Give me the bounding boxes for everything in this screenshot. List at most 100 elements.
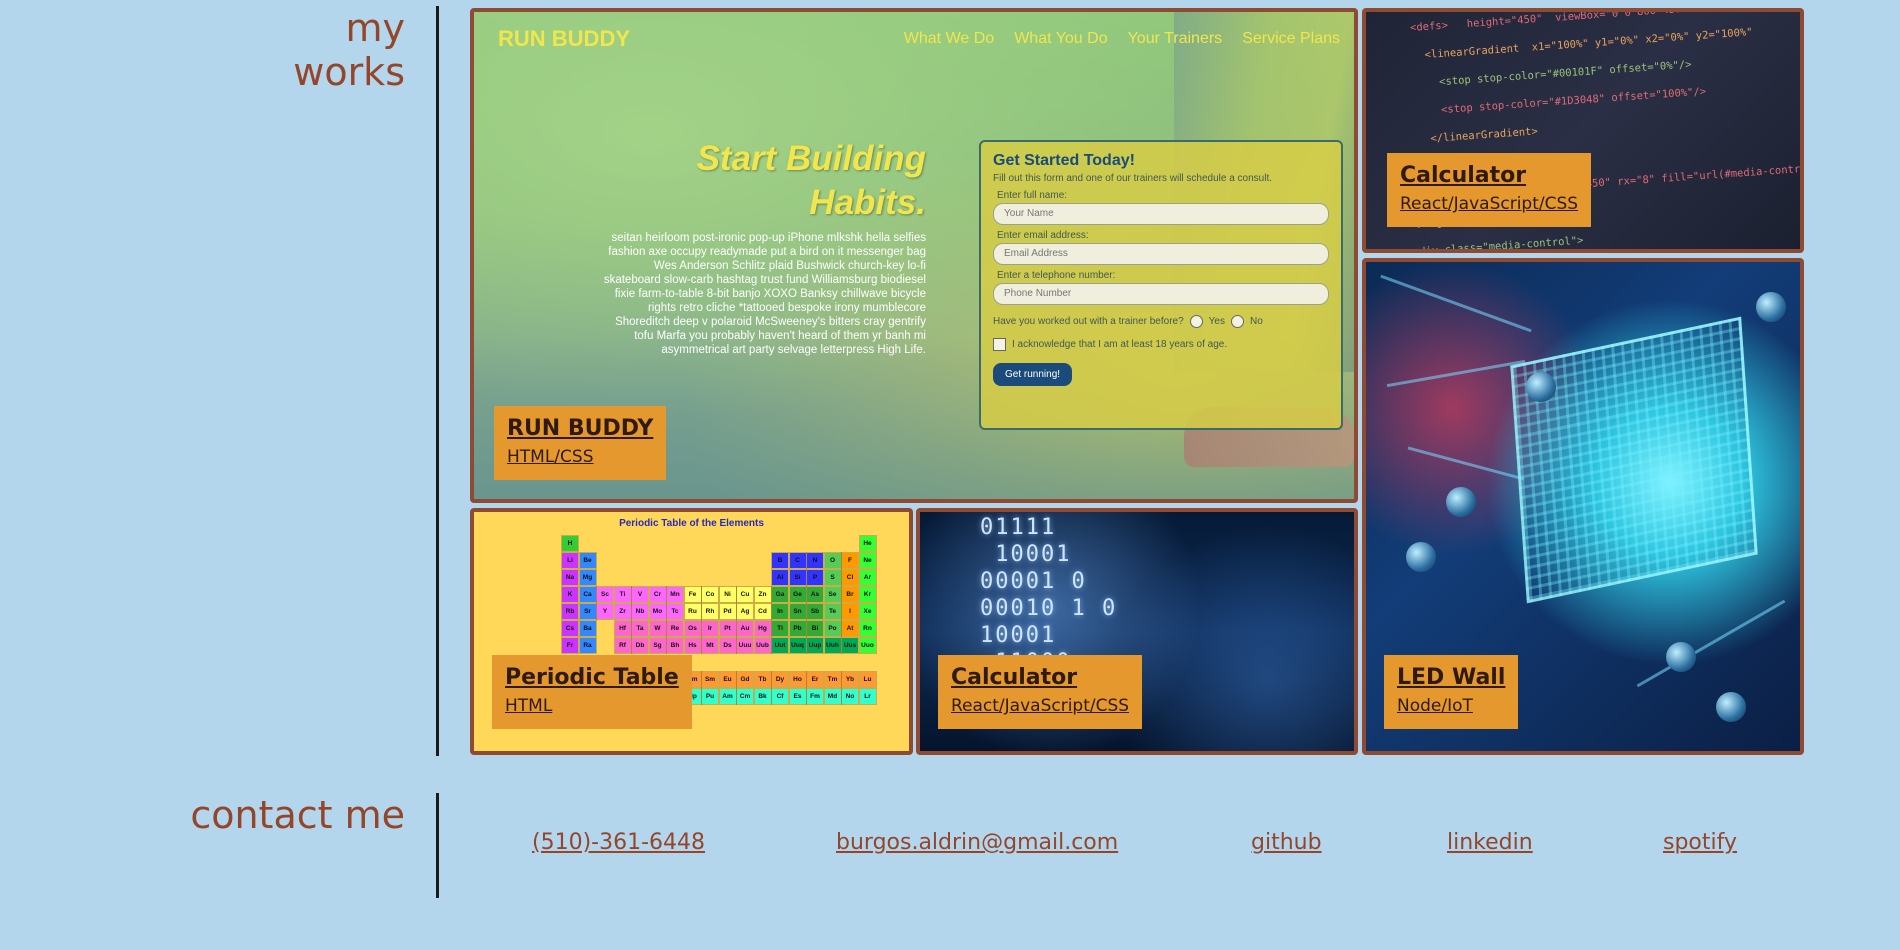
element-cell: Se <box>823 586 842 603</box>
element-cell: Cu <box>736 586 754 603</box>
runbuddy-nav: What We Do What You Do Your Trainers Ser… <box>904 30 1340 48</box>
element-cell: Os <box>683 620 702 637</box>
runbuddy-nav-item: Your Trainers <box>1127 30 1223 47</box>
element-cell: Ca <box>578 586 597 603</box>
element-cell: Ba <box>578 620 597 637</box>
element-cell: V <box>631 586 649 603</box>
element-cell: Pt <box>718 620 737 637</box>
element-cell: Tl <box>771 620 789 637</box>
element-cell: Hs <box>683 637 702 654</box>
works-title-line1: my <box>345 6 405 50</box>
project-tech-link[interactable]: React/JavaScript/CSS <box>1400 191 1578 217</box>
project-caption[interactable]: RUN BUDDY HTML/CSS <box>494 406 667 480</box>
project-tile-runbuddy[interactable]: RUN BUDDY What We Do What You Do Your Tr… <box>470 8 1358 503</box>
runbuddy-hero-title: Start Building Habits. <box>696 139 926 222</box>
element-cell: Br <box>841 586 859 603</box>
runbuddy-form-intro: Fill out this form and one of our traine… <box>993 173 1273 184</box>
element-cell: Uuo <box>858 637 877 654</box>
project-tile-periodic-table[interactable]: Periodic Table of the Elements H He Li Be B C… <box>470 508 913 755</box>
element-cell: Te <box>823 603 842 620</box>
element-cell: Lu <box>858 671 877 688</box>
element-cell: Hg <box>753 620 772 637</box>
element-cell: Na <box>561 569 579 586</box>
element-cell: Cd <box>753 603 772 620</box>
element-cell: At <box>841 620 859 637</box>
element-cell: Uuu <box>736 637 754 654</box>
project-caption[interactable]: Calculator React/JavaScript/CSS <box>938 655 1143 729</box>
yes-radio <box>1189 315 1203 328</box>
element-cell: Be <box>578 552 597 569</box>
project-title-link[interactable]: RUN BUDDY <box>507 414 653 444</box>
element-cell: Dy <box>771 671 789 688</box>
runbuddy-nav-item: Service Plans <box>1242 30 1340 47</box>
element-cell: Sc <box>596 586 614 603</box>
element-cell: Am <box>718 688 737 705</box>
element-cell: Lr <box>858 688 877 705</box>
linkedin-link[interactable]: linkedin <box>1447 830 1533 855</box>
name-field: Your Name <box>993 203 1329 225</box>
project-tech-link[interactable]: React/JavaScript/CSS <box>951 693 1129 719</box>
element-cell: Ge <box>788 586 807 603</box>
project-title-link[interactable]: Calculator <box>951 663 1129 693</box>
element-cell: O <box>823 552 842 569</box>
element-cell: Ni <box>718 586 737 603</box>
element-cell: Uuh <box>823 637 842 654</box>
runbuddy-nav-item: What You Do <box>1014 30 1108 47</box>
project-title-link[interactable]: Calculator <box>1400 161 1578 191</box>
element-cell: Fe <box>683 586 702 603</box>
element-cell: I <box>841 603 859 620</box>
element-cell: Ta <box>631 620 649 637</box>
project-tile-calculator-binary[interactable]: 01111 10001 00001 0 00010 1 0 10001 1100… <box>916 508 1358 755</box>
project-tile-led-wall[interactable]: LED Wall Node/IoT <box>1362 258 1804 755</box>
element-cell: Tc <box>666 603 684 620</box>
element-cell: In <box>771 603 789 620</box>
element-cell: Hf <box>613 620 632 637</box>
element-cell: Re <box>666 620 684 637</box>
project-tech-link[interactable]: HTML/CSS <box>507 444 653 470</box>
trainer-question: Have you worked out with a trainer befor… <box>993 315 1263 328</box>
element-cell: K <box>561 586 579 603</box>
element-cell: Es <box>788 688 807 705</box>
periodic-table-heading: Periodic Table of the Elements <box>619 518 764 529</box>
contact-title: contact me <box>190 793 405 837</box>
project-title-link[interactable]: Periodic Table <box>505 663 679 693</box>
project-caption[interactable]: Periodic Table HTML <box>492 655 692 729</box>
element-cell: Pu <box>701 688 719 705</box>
element-cell: Uup <box>806 637 824 654</box>
element-cell: Eu <box>718 671 737 688</box>
element-cell: Cm <box>736 688 754 705</box>
element-cell: Uut <box>771 637 789 654</box>
project-tech-link[interactable]: HTML <box>505 693 679 719</box>
runbuddy-logo: RUN BUDDY <box>498 26 630 51</box>
element-cell: Co <box>701 586 719 603</box>
email-link[interactable]: burgos.aldrin@gmail.com <box>836 830 1118 855</box>
element-cell: Xe <box>858 603 877 620</box>
element-cell: Sb <box>806 603 824 620</box>
spotify-link[interactable]: spotify <box>1663 830 1737 855</box>
element-cell: S <box>823 569 842 586</box>
project-caption[interactable]: LED Wall Node/IoT <box>1384 655 1519 729</box>
phone-link[interactable]: (510)-361-6448 <box>532 830 705 855</box>
works-title: my works <box>293 6 405 94</box>
element-cell: C <box>788 552 807 569</box>
element-cell: Ne <box>858 552 877 569</box>
project-caption[interactable]: Calculator React/JavaScript/CSS <box>1387 153 1592 227</box>
element-cell: F <box>841 552 859 569</box>
element-cell: P <box>806 569 824 586</box>
element-cell: Pb <box>788 620 807 637</box>
github-link[interactable]: github <box>1251 830 1322 855</box>
element-cell: H <box>561 535 579 552</box>
project-tile-calculator-code[interactable]: <defs> height="450" viewBox="0 0 800 450… <box>1362 8 1804 253</box>
element-cell: Cs <box>561 620 579 637</box>
project-tech-link[interactable]: Node/IoT <box>1397 693 1505 719</box>
project-title-link[interactable]: LED Wall <box>1397 663 1505 693</box>
works-divider <box>436 6 439 756</box>
element-cell: Zn <box>753 586 772 603</box>
element-cell: Mn <box>666 586 684 603</box>
element-cell: Cl <box>841 569 859 586</box>
element-cell: Zr <box>613 603 632 620</box>
element-cell: Sn <box>788 603 807 620</box>
element-cell: Ru <box>683 603 702 620</box>
element-cell: Rb <box>561 603 579 620</box>
runbuddy-hero-body: seitan heirloom post-ironic pop-up iPhon… <box>603 232 926 356</box>
